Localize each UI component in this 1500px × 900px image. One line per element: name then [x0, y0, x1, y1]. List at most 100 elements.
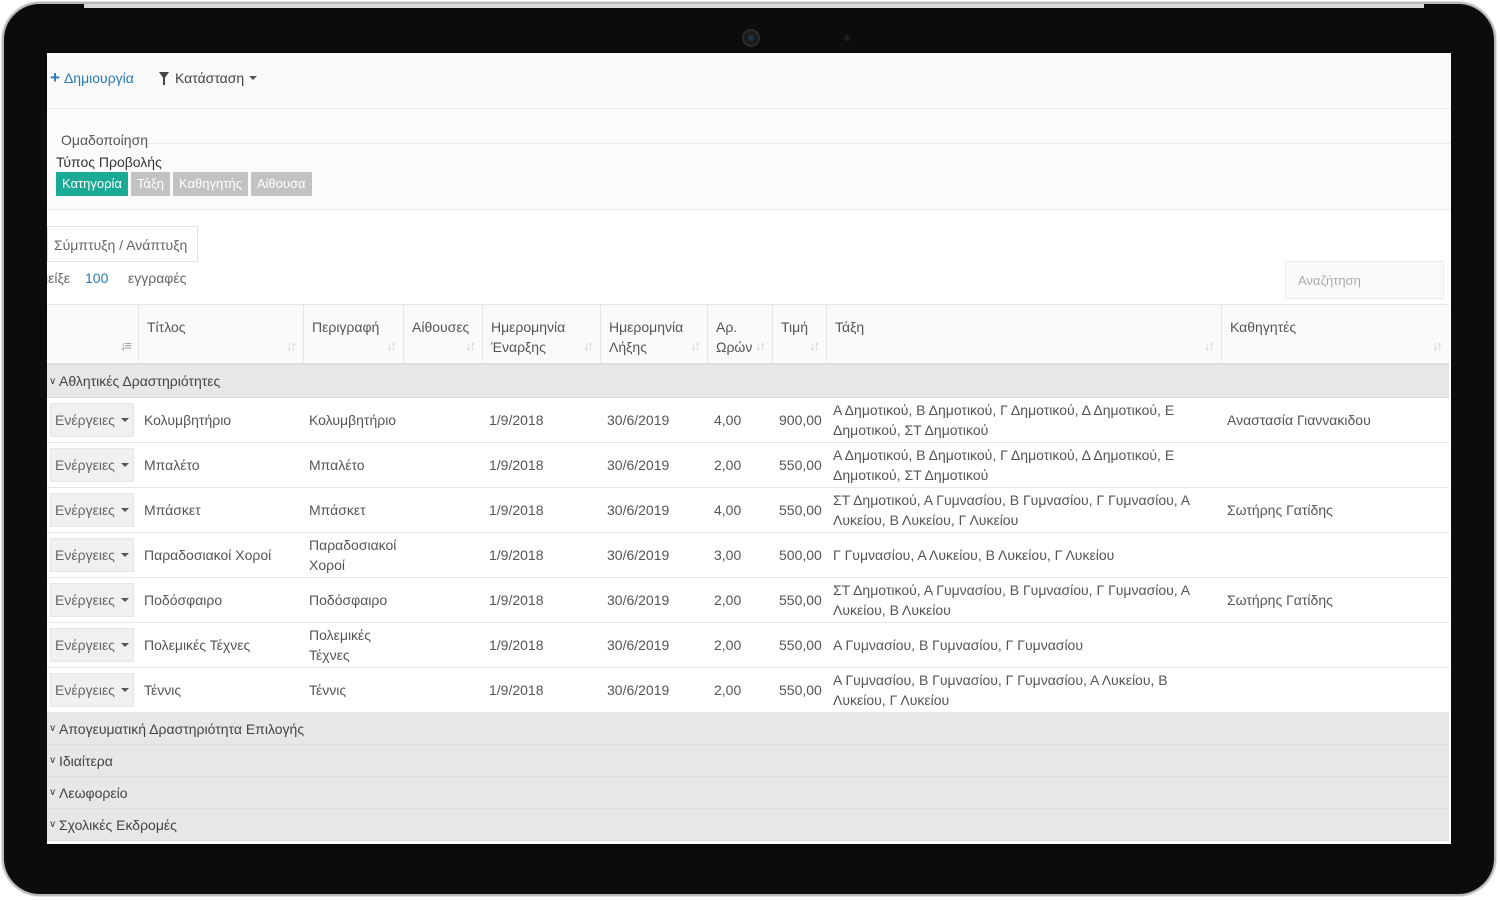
cell-start-date: 1/9/2018 — [489, 502, 544, 518]
view-type-buttons: Κατηγορία Τάξη Καθηγητής Αίθουσα — [56, 172, 312, 196]
group-row[interactable]: ∨ Σχολικές Εκδρομές — [47, 809, 1449, 841]
header-rooms[interactable]: Αίθουσες ↓↑ — [404, 305, 483, 364]
sort-icon: ↓↑ — [583, 338, 594, 353]
create-button[interactable]: + Δημιουργία — [50, 69, 134, 86]
status-label: Κατάσταση — [175, 70, 245, 86]
sort-icon: ↓↑ — [755, 338, 766, 353]
cell-title: Ποδόσφαιρο — [144, 592, 223, 608]
group-row[interactable]: ∨ Ιδιαίτερα — [47, 745, 1449, 777]
sort-icon: ↓↑ — [386, 338, 397, 353]
header-start-date[interactable]: Ημερομηνία Έναρξης ↓↑ — [483, 305, 601, 364]
table-row: Ενέργειες Κολυμβητήριο Κολυμβητήριο 1/9/201… — [47, 398, 1449, 443]
cell-end-date: 30/6/2019 — [607, 637, 670, 653]
header-title-label: Τίτλος — [147, 319, 186, 335]
collapse-expand-button[interactable]: Σύμπτυξη / Ανάπτυξη — [47, 226, 199, 262]
toolbar: + Δημιουργία Κατάσταση — [47, 53, 1451, 109]
cell-description: Μπάσκετ — [309, 502, 366, 518]
caret-down-icon — [120, 553, 129, 557]
cell-price: 550,00 — [779, 592, 822, 608]
app-screen: + Δημιουργία Κατάσταση Ομαδοποίηση Τύπος… — [47, 53, 1451, 844]
sort-icon: ↓↑ — [1432, 338, 1443, 353]
cell-class: ΣΤ Δημοτικού, Α Γυμνασίου, Β Γυμνασίου, … — [833, 582, 1190, 618]
actions-button[interactable]: Ενέργειες — [50, 493, 134, 527]
header-end-date-label: Ημερομηνία Λήξης — [609, 319, 684, 355]
header-price-label: Τιμή — [781, 319, 808, 335]
table-row: Ενέργειες Πολεμικές Τέχνες Πολεμικές Τέχνε… — [47, 623, 1449, 668]
header-description[interactable]: Περιγραφή ↓↑ — [304, 305, 404, 364]
table-row: Ενέργειες Παραδοσιακοί Χοροί Παραδοσιακοί … — [47, 533, 1449, 578]
cell-rooms — [409, 533, 481, 577]
search-input[interactable] — [1285, 261, 1444, 299]
cell-price: 550,00 — [779, 682, 822, 698]
cell-start-date: 1/9/2018 — [489, 592, 544, 608]
cell-hours: 4,00 — [714, 502, 742, 518]
frame-highlight — [84, 4, 1424, 8]
chevron-down-icon: ∨ — [49, 723, 57, 734]
actions-label: Ενέργειες — [55, 592, 115, 608]
cell-class: Α Γυμνασίου, Β Γυμνασίου, Γ Γυμνασίου — [833, 637, 1084, 653]
view-btn-room[interactable]: Αίθουσα — [250, 172, 312, 196]
actions-label: Ενέργειες — [55, 457, 115, 473]
cell-description: Μπαλέτο — [309, 457, 365, 473]
camera-icon — [742, 29, 760, 47]
cell-class: ΣΤ Δημοτικού, Α Γυμνασίου, Β Γυμνασίου, … — [833, 492, 1190, 528]
status-filter-dropdown[interactable]: Κατάσταση — [159, 70, 258, 86]
table-header: ↓≡ Τίτλος ↓↑ Περιγραφή ↓↑ Αίθουσες ↓↑ Ημ… — [47, 304, 1449, 365]
cell-hours: 2,00 — [714, 457, 742, 473]
cell-class: Γ Γυμνασίου, Α Λυκείου, Β Λυκείου, Γ Λυκ… — [833, 547, 1115, 563]
view-btn-class[interactable]: Τάξη — [130, 172, 171, 196]
chevron-down-icon: ∨ — [49, 787, 57, 798]
actions-button[interactable]: Ενέργειες — [50, 448, 134, 482]
cell-hours: 2,00 — [714, 592, 742, 608]
cell-rooms — [409, 578, 481, 622]
cell-price: 550,00 — [779, 502, 822, 518]
actions-button[interactable]: Ενέργειες — [50, 673, 134, 707]
cell-title: Τέννις — [144, 682, 182, 698]
group-label: Απογευματική Δραστηριότητα Επιλογής — [59, 721, 305, 737]
caret-down-icon — [120, 598, 129, 602]
actions-button[interactable]: Ενέργειες — [50, 583, 134, 617]
cell-price: 550,00 — [779, 637, 822, 653]
cell-start-date: 1/9/2018 — [489, 412, 544, 428]
sort-icon: ↓↑ — [286, 338, 297, 353]
cell-class: Α Γυμνασίου, Β Γυμνασίου, Γ Γυμνασίου, Α… — [833, 672, 1168, 708]
cell-hours: 3,00 — [714, 547, 742, 563]
page-length-select[interactable]: 100 — [85, 270, 108, 286]
cell-title: Κολυμβητήριο — [144, 412, 232, 428]
group-row[interactable]: ∨ Αθλητικές Δραστηριότητες — [47, 365, 1449, 398]
cell-description: Πολεμικές Τέχνες — [309, 627, 372, 663]
group-row[interactable]: ∨ Απογευματική Δραστηριότητα Επιλογής — [47, 713, 1449, 745]
sort-icon: ↓↑ — [465, 338, 476, 353]
header-class[interactable]: Τάξη ↓↑ — [827, 305, 1222, 364]
view-btn-category[interactable]: Κατηγορία — [56, 172, 128, 196]
header-hours[interactable]: Αρ. Ωρών ↓↑ — [708, 305, 773, 364]
cell-end-date: 30/6/2019 — [607, 682, 670, 698]
caret-down-icon — [120, 463, 129, 467]
cell-title: Πολεμικές Τέχνες — [144, 637, 251, 653]
activities-table: ↓≡ Τίτλος ↓↑ Περιγραφή ↓↑ Αίθουσες ↓↑ Ημ… — [47, 304, 1449, 841]
actions-button[interactable]: Ενέργειες — [50, 538, 134, 572]
filter-icon — [159, 71, 169, 85]
cell-hours: 2,00 — [714, 637, 742, 653]
view-btn-teacher[interactable]: Καθηγητής — [173, 172, 248, 196]
actions-button[interactable]: Ενέργειες — [50, 628, 134, 662]
header-title[interactable]: Τίτλος ↓↑ — [139, 305, 304, 364]
cell-end-date: 30/6/2019 — [607, 502, 670, 518]
cell-description: Κολυμβητήριο — [309, 412, 397, 428]
actions-label: Ενέργειες — [55, 547, 115, 563]
caret-down-icon — [120, 508, 129, 512]
sort-icon: ↓↑ — [809, 338, 820, 353]
cell-teachers: Σωτήρης Γατίδης — [1227, 502, 1333, 518]
group-row[interactable]: ∨ Λεωφορείο — [47, 777, 1449, 809]
cell-price: 550,00 — [779, 457, 822, 473]
group-label: Ιδιαίτερα — [59, 753, 113, 769]
cell-teachers: Σωτήρης Γατίδης — [1227, 592, 1333, 608]
group-label: Σχολικές Εκδρομές — [59, 817, 177, 833]
cell-price: 500,00 — [779, 547, 822, 563]
header-teachers[interactable]: Καθηγητές ↓↑ — [1222, 305, 1449, 364]
actions-button[interactable]: Ενέργειες — [50, 403, 134, 437]
header-price[interactable]: Τιμή ↓↑ — [773, 305, 827, 364]
cell-teachers — [1227, 533, 1447, 577]
header-order[interactable]: ↓≡ — [47, 305, 139, 364]
header-end-date[interactable]: Ημερομηνία Λήξης ↓↑ — [601, 305, 708, 364]
